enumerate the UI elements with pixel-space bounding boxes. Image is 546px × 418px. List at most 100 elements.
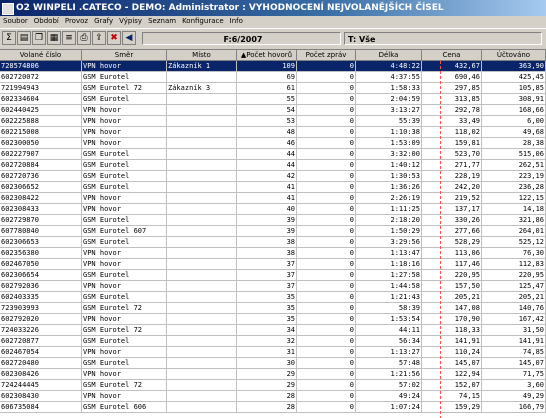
table-cell: 0 [297, 237, 356, 248]
table-cell: 31,50 [482, 325, 546, 336]
col-misto[interactable]: Místo [167, 50, 237, 61]
table-row[interactable]: 602306654 GSM Eurotel 37 0 1:27:58 220,95 220,… [0, 270, 546, 281]
col-pocet-hovoru[interactable]: ▲Počet hovorů [237, 50, 297, 61]
table-cell: 147,08 [422, 303, 482, 314]
menu-vypisy[interactable]: Výpisy [116, 16, 145, 27]
menu-grafy[interactable]: Grafy [91, 16, 116, 27]
table-cell: 48 [237, 127, 297, 138]
back-arrow-icon[interactable]: ◀ [122, 31, 136, 45]
table-row[interactable]: 602306652 GSM Eurotel 41 0 1:36:26 242,20 236,… [0, 182, 546, 193]
table-cell: 602334604 [0, 94, 82, 105]
table-row[interactable]: 721994943 GSM Eurotel 72 Zákazník 3 61 0 1:58… [0, 83, 546, 94]
table-cell: 330,26 [422, 215, 482, 226]
table-header: Volané číslo Směr Místo ▲Počet hovorů Po… [0, 50, 546, 61]
table-row[interactable]: 724033226 GSM Eurotel 72 34 0 44:11 118,33 31,… [0, 325, 546, 336]
table-row[interactable]: 602308430 VPN hovor 28 0 49:24 74,15 49,29 [0, 391, 546, 402]
table-row[interactable]: 602792036 VPN hovor 37 0 1:44:58 157,50 125,47 [0, 281, 546, 292]
table-row[interactable]: 607780840 GSM Eurotel 607 39 0 1:50:29 277,66… [0, 226, 546, 237]
col-volane-cislo[interactable]: Volané číslo [0, 50, 82, 61]
table-row[interactable]: 602467050 VPN hovor 37 0 1:18:16 117,46 112,83 [0, 259, 546, 270]
table-cell: 602467050 [0, 259, 82, 270]
sum-icon[interactable]: Σ [2, 31, 16, 45]
type-filter-field[interactable]: T: Vše [344, 32, 542, 45]
table-cell: 602356380 [0, 248, 82, 259]
table-cell: 1:21:56 [356, 369, 422, 380]
table-row[interactable]: 602467054 VPN hovor 31 0 1:13:27 110,24 74,85 [0, 347, 546, 358]
table-cell: Zákazník 1 [167, 61, 237, 72]
table-row[interactable]: 602334604 GSM Eurotel 55 0 2:04:59 313,85 308,… [0, 94, 546, 105]
table-row[interactable]: 602720877 GSM Eurotel 32 0 56:34 141,91 141,91 [0, 336, 546, 347]
table-cell: 37 [237, 270, 297, 281]
period-field[interactable]: F:6/2007 [142, 32, 341, 45]
table-cell: 690,46 [422, 72, 482, 83]
table-row[interactable]: 602215008 VPN hovor 48 0 1:10:38 118,02 49,68 [0, 127, 546, 138]
col-uctovano[interactable]: Účtováno [482, 50, 546, 61]
table-cell: 0 [297, 105, 356, 116]
table-row[interactable]: 602440425 VPN hovor 54 0 3:13:27 292,78 168,66 [0, 105, 546, 116]
table-cell: 523,70 [422, 149, 482, 160]
table-cell: 3:13:27 [356, 105, 422, 116]
table-cell: VPN hovor [82, 248, 167, 259]
table-row[interactable]: 602300050 VPN hovor 46 0 1:53:09 159,81 28,38 [0, 138, 546, 149]
table-cell: 602720072 [0, 72, 82, 83]
table-row[interactable]: 602308426 VPN hovor 29 0 1:21:56 122,94 71,75 [0, 369, 546, 380]
menu-konfigurace[interactable]: Konfigurace [179, 16, 227, 27]
col-delka[interactable]: Délka [356, 50, 422, 61]
window-title: O2 WINPELI .CATECO - DEMO: Administrator… [16, 3, 444, 13]
table-row[interactable]: 606735084 GSM Eurotel 606 28 0 1:07:24 159,29… [0, 402, 546, 413]
table-cell: 4:37:55 [356, 72, 422, 83]
report-icon[interactable]: ▤ [17, 31, 31, 45]
table-cell: 3:32:00 [356, 149, 422, 160]
table-cell: 122,15 [482, 193, 546, 204]
table-cell: 602308422 [0, 193, 82, 204]
table-cell: 242,20 [422, 182, 482, 193]
col-smer[interactable]: Směr [82, 50, 167, 61]
table-cell: 109 [237, 61, 297, 72]
table-cell: 1:13:47 [356, 248, 422, 259]
table-row[interactable]: 602720884 GSM Eurotel 44 0 1:40:12 271,77 262,… [0, 160, 546, 171]
table-cell: 721994943 [0, 83, 82, 94]
table-cell [167, 72, 237, 83]
menu-provoz[interactable]: Provoz [62, 16, 91, 27]
table-cell: 110,24 [422, 347, 482, 358]
list-icon[interactable]: ≡ [62, 31, 76, 45]
table-cell: GSM Eurotel [82, 237, 167, 248]
table-cell: 602403335 [0, 292, 82, 303]
table-row[interactable]: 602403335 GSM Eurotel 35 0 1:21:43 205,21 205,… [0, 292, 546, 303]
menu-soubor[interactable]: Soubor [0, 16, 31, 27]
delete-icon[interactable]: ✖ [107, 31, 121, 45]
table-cell [167, 149, 237, 160]
table-row[interactable]: 728574806 VPN hovor Zákazník 1 109 0 4:48:22 4… [0, 61, 546, 72]
table-row[interactable]: 602308422 VPN hovor 41 0 2:26:19 219,52 122,15 [0, 193, 546, 204]
table-row[interactable]: 602729870 GSM Eurotel 39 0 2:18:20 330,26 321,… [0, 215, 546, 226]
table-row[interactable]: 724244445 GSM Eurotel 72 29 0 57:02 152,07 3,6… [0, 380, 546, 391]
table-cell: 3,60 [482, 380, 546, 391]
table-row[interactable]: 602308433 VPN hovor 40 0 1:11:25 137,17 14,18 [0, 204, 546, 215]
export-icon[interactable]: ⇪ [92, 31, 106, 45]
table-row[interactable]: 602356380 VPN hovor 38 0 1:13:47 113,06 76,30 [0, 248, 546, 259]
print-icon[interactable]: ⎙ [77, 31, 91, 45]
menu-seznam[interactable]: Seznam [145, 16, 179, 27]
table-row[interactable]: 602225888 VPN hovor 53 0 55:39 33,49 6,00 [0, 116, 546, 127]
copy-icon[interactable]: ❐ [32, 31, 46, 45]
col-cena[interactable]: Cena [422, 50, 482, 61]
table-cell: 122,94 [422, 369, 482, 380]
table-cell: 602720480 [0, 358, 82, 369]
table-cell: 57:02 [356, 380, 422, 391]
menu-info[interactable]: Info [227, 16, 246, 27]
table-row[interactable]: 602720480 GSM Eurotel 30 0 57:48 145,07 145,07 [0, 358, 546, 369]
table-cell [167, 204, 237, 215]
table-cell: GSM Eurotel 72 [82, 83, 167, 94]
table-cell: 33,49 [422, 116, 482, 127]
table-row[interactable]: 602306653 GSM Eurotel 38 0 3:29:56 528,29 525,… [0, 237, 546, 248]
menu-obdobi[interactable]: Období [31, 16, 62, 27]
table-row[interactable]: 602720072 GSM Eurotel 69 0 4:37:55 690,46 425,… [0, 72, 546, 83]
table-row[interactable]: 602792020 VPN hovor 35 0 1:53:54 170,90 167,42 [0, 314, 546, 325]
table-cell: 432,67 [422, 61, 482, 72]
table-cell: 1:18:16 [356, 259, 422, 270]
col-pocet-zprav[interactable]: Počet zpráv [297, 50, 356, 61]
table-row[interactable]: 723903993 GSM Eurotel 72 35 0 58:39 147,08 140… [0, 303, 546, 314]
table-row[interactable]: 602227907 GSM Eurotel 44 0 3:32:00 523,70 515,… [0, 149, 546, 160]
table-row[interactable]: 602720736 GSM Eurotel 42 0 1:30:53 228,19 223,… [0, 171, 546, 182]
grid-icon[interactable]: ▦ [47, 31, 61, 45]
